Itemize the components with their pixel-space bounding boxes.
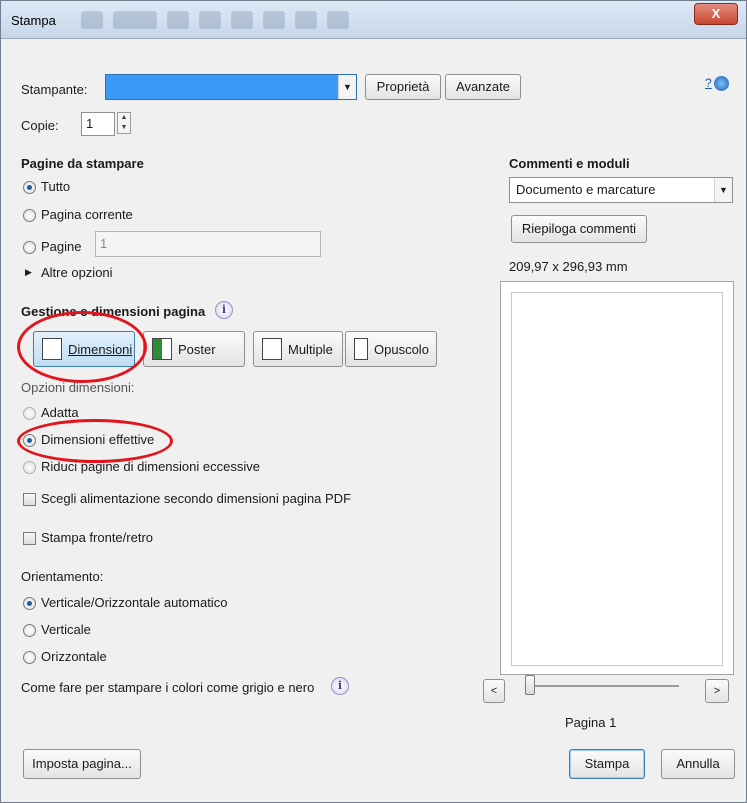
comments-value: Documento e marcature bbox=[516, 182, 656, 197]
grayscale-help-text: Come fare per stampare i colori come gri… bbox=[21, 680, 315, 695]
tab-booklet-label: Opuscolo bbox=[374, 341, 429, 357]
cancel-button[interactable]: Annulla bbox=[661, 749, 735, 779]
info-icon[interactable]: i bbox=[331, 677, 349, 695]
window-title: Stampa bbox=[11, 13, 56, 28]
prev-page-button[interactable]: < bbox=[483, 679, 505, 703]
tab-dimensions-label: Dimensioni bbox=[68, 341, 133, 357]
radio-landscape-label: Orizzontale bbox=[41, 649, 107, 664]
ghost-icon bbox=[295, 11, 317, 29]
copies-label: Copie: bbox=[21, 118, 59, 133]
radio-pages-label: Pagine bbox=[41, 239, 82, 254]
tab-poster-label: Poster bbox=[178, 341, 216, 357]
ghost-icon bbox=[167, 11, 189, 29]
ghost-icon bbox=[199, 11, 221, 29]
chevron-down-icon[interactable]: ▼ bbox=[338, 75, 356, 99]
page-size-text: 209,97 x 296,93 mm bbox=[509, 259, 628, 274]
poster-icon bbox=[152, 338, 172, 360]
radio-portrait-label: Verticale bbox=[41, 622, 91, 637]
radio-auto-label: Verticale/Orizzontale automatico bbox=[41, 595, 228, 610]
pages-heading: Pagine da stampare bbox=[21, 156, 144, 171]
printer-select[interactable]: ▼ bbox=[105, 74, 357, 100]
radio-pages[interactable] bbox=[23, 241, 36, 254]
comments-heading: Commenti e moduli bbox=[509, 156, 630, 171]
radio-shrink[interactable] bbox=[23, 461, 36, 474]
radio-all[interactable] bbox=[23, 181, 36, 194]
radio-all-label: Tutto bbox=[41, 179, 71, 194]
booklet-icon bbox=[354, 338, 368, 360]
copies-stepper[interactable]: ▲ ▼ bbox=[117, 112, 131, 134]
paper-source-label: Scegli alimentazione secondo dimensioni … bbox=[41, 491, 352, 506]
radio-shrink-label: Riduci pagine di dimensioni eccessive bbox=[41, 459, 260, 474]
next-page-button[interactable]: > bbox=[705, 679, 729, 703]
radio-auto-orientation[interactable] bbox=[23, 597, 36, 610]
comments-select[interactable]: Documento e marcature ▼ bbox=[509, 177, 733, 203]
preview-page bbox=[511, 292, 723, 666]
checkbox-paper-source[interactable] bbox=[23, 493, 36, 506]
more-options-link[interactable]: Altre opzioni bbox=[41, 265, 113, 280]
close-button[interactable]: X bbox=[694, 3, 738, 25]
help-label: ? bbox=[705, 76, 712, 90]
page-slider-thumb[interactable] bbox=[525, 675, 535, 695]
radio-fit-label: Adatta bbox=[41, 405, 79, 420]
stepper-down-icon[interactable]: ▼ bbox=[118, 123, 130, 133]
radio-landscape[interactable] bbox=[23, 651, 36, 664]
tab-booklet[interactable]: Opuscolo bbox=[345, 331, 437, 367]
tab-multiple-label: Multiple bbox=[288, 341, 333, 357]
checkbox-duplex[interactable] bbox=[23, 532, 36, 545]
radio-current-label: Pagina corrente bbox=[41, 207, 133, 222]
ghost-icon bbox=[327, 11, 349, 29]
chevron-down-icon[interactable]: ▼ bbox=[714, 178, 732, 202]
advanced-button[interactable]: Avanzate bbox=[445, 74, 521, 100]
print-button[interactable]: Stampa bbox=[569, 749, 645, 779]
ghost-icon bbox=[231, 11, 253, 29]
title-bar: Stampa X bbox=[1, 1, 746, 39]
info-icon[interactable]: i bbox=[215, 301, 233, 319]
radio-current-page[interactable] bbox=[23, 209, 36, 222]
multiple-icon bbox=[262, 338, 282, 360]
copies-input[interactable]: 1 bbox=[81, 112, 115, 136]
orientation-heading: Orientamento: bbox=[21, 569, 104, 584]
tab-dimensions[interactable]: Dimensioni bbox=[33, 331, 135, 367]
page-setup-button[interactable]: Imposta pagina... bbox=[23, 749, 141, 779]
ghost-icon bbox=[263, 11, 285, 29]
sizing-heading: Gestione e dimensioni pagina bbox=[21, 304, 206, 319]
print-dialog: Stampa X Stampante: ▼ Proprietà Avanzate… bbox=[0, 0, 747, 803]
summarize-comments-button[interactable]: Riepiloga commenti bbox=[511, 215, 647, 243]
radio-actual-size[interactable] bbox=[23, 434, 36, 447]
expand-triangle-icon[interactable]: ▶ bbox=[25, 267, 32, 278]
dialog-content: Stampante: ▼ Proprietà Avanzate ? Copie:… bbox=[9, 45, 738, 785]
sizing-options-heading: Opzioni dimensioni: bbox=[21, 380, 135, 395]
properties-button[interactable]: Proprietà bbox=[365, 74, 441, 100]
duplex-label: Stampa fronte/retro bbox=[41, 530, 153, 545]
tab-poster[interactable]: Poster bbox=[143, 331, 245, 367]
stepper-up-icon[interactable]: ▲ bbox=[118, 113, 130, 123]
help-icon bbox=[713, 75, 729, 91]
ghost-icon bbox=[81, 11, 103, 29]
radio-actual-label: Dimensioni effettive bbox=[41, 432, 155, 447]
print-preview bbox=[500, 281, 734, 675]
printer-label: Stampante: bbox=[21, 82, 88, 97]
ghost-icon bbox=[113, 11, 157, 29]
background-toolbar bbox=[81, 7, 461, 33]
page-slider-track[interactable] bbox=[529, 685, 679, 687]
radio-portrait[interactable] bbox=[23, 624, 36, 637]
help-link[interactable]: ? bbox=[705, 73, 733, 93]
size-icon bbox=[42, 338, 62, 360]
radio-fit[interactable] bbox=[23, 407, 36, 420]
tab-multiple[interactable]: Multiple bbox=[253, 331, 343, 367]
pages-range-input[interactable]: 1 bbox=[95, 231, 321, 257]
page-indicator: Pagina 1 bbox=[565, 715, 617, 730]
